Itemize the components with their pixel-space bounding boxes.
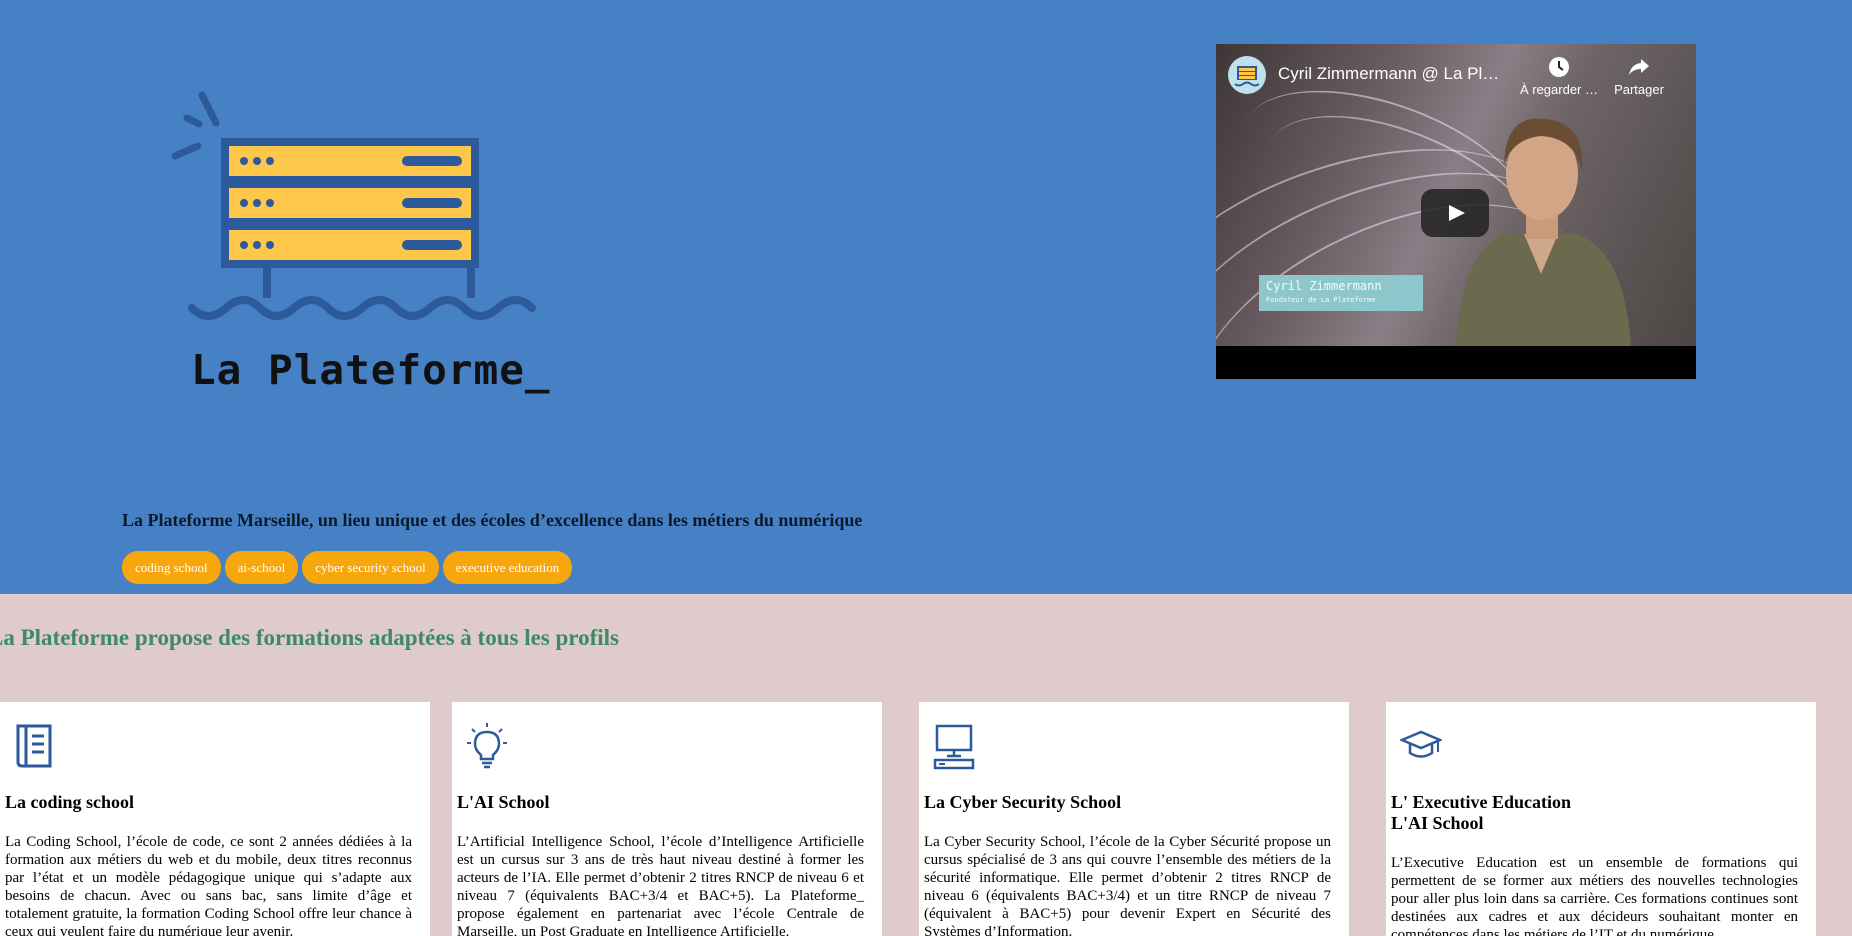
channel-avatar[interactable]: [1228, 56, 1266, 94]
card-title-line: L' Executive Education: [1391, 792, 1572, 812]
card-cyber-security-school[interactable]: La Cyber Security School La Cyber Securi…: [919, 702, 1349, 936]
section-title: La Plateforme propose des formations ada…: [0, 625, 619, 650]
chip-ai-school[interactable]: ai-school: [224, 551, 299, 584]
chip-executive-education[interactable]: executive education: [442, 551, 573, 584]
clock-icon: [1516, 56, 1602, 82]
server-logo-icon: [171, 91, 536, 320]
card-text: L’Executive Education est un ensemble de…: [1391, 855, 1798, 936]
card-title: L' Executive Education L'AI School: [1391, 792, 1811, 834]
card-ai-school[interactable]: L'AI School L’Artificial Intelligence Sc…: [452, 702, 882, 936]
card-text: La Coding School, l’école de code, ce so…: [5, 834, 412, 936]
card-title: La Cyber Security School: [924, 792, 1122, 812]
video-player[interactable]: Cyril Zimmermann Fondateur de La Platefo…: [1216, 44, 1696, 379]
card-title: L'AI School: [457, 792, 550, 812]
card-title: La coding school: [5, 792, 135, 812]
formations-section: La Plateforme propose des formations ada…: [0, 594, 1852, 936]
la-plateforme-logo[interactable]: La Plateforme_: [160, 84, 580, 414]
lightbulb-icon: [467, 723, 507, 769]
card-subtitle: L'AI School: [1391, 813, 1484, 833]
share-button[interactable]: Partager: [1596, 56, 1682, 97]
hero-tagline: La Plateforme Marseille, un lieu unique …: [122, 510, 863, 530]
logo-wordmark: La Plateforme_: [191, 346, 551, 394]
hero-section: La Plateforme_ Cyril Zimmermann Fondateu…: [0, 0, 1852, 594]
chip-coding-school[interactable]: coding school: [122, 551, 221, 584]
video-title[interactable]: Cyril Zimmermann @ La Pl…: [1278, 64, 1499, 84]
play-icon: [1449, 205, 1465, 221]
share-icon: [1596, 56, 1682, 82]
play-button[interactable]: [1421, 189, 1489, 237]
card-coding-school[interactable]: La coding school La Coding School, l’éco…: [0, 702, 430, 936]
card-text: L’Artificial Intelligence School, l’écol…: [457, 834, 864, 936]
card-text: La Cyber Security School, l’école de la …: [924, 834, 1331, 936]
chip-cyber-security-school[interactable]: cyber security school: [302, 551, 439, 584]
card-executive-education[interactable]: L' Executive Education L'AI School L’Exe…: [1386, 702, 1816, 936]
computer-icon: [933, 724, 975, 770]
channel-logo-icon: [1234, 66, 1260, 87]
watch-later-button[interactable]: À regarder …: [1516, 56, 1602, 97]
school-chips: coding school ai-school cyber security s…: [122, 551, 576, 584]
book-icon: [16, 724, 52, 768]
graduation-cap-icon: [1400, 730, 1442, 758]
video-name-tag: Cyril Zimmermann Fondateur de La Platefo…: [1259, 275, 1423, 311]
